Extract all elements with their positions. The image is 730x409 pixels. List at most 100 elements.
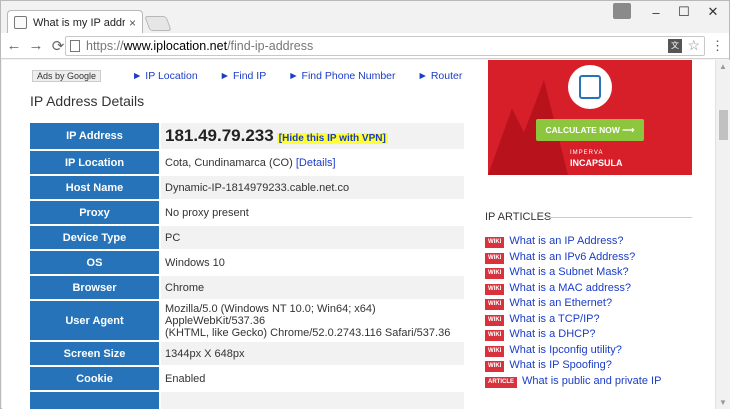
article-link[interactable]: What is a TCP/IP? [509,313,599,325]
wiki-badge: WIKI [485,314,505,326]
list-item[interactable]: ARTICLE What is public and private IP [485,375,705,391]
article-link[interactable]: What is an IPv6 Address? [509,251,635,263]
article-link[interactable]: What is a DHCP? [509,328,595,340]
wiki-badge: WIKI [485,283,505,295]
table-row: IP Address 181.49.79.233 [Hide this IP w… [30,123,464,151]
list-item[interactable]: WIKI What is a DHCP? [485,328,705,344]
row-label: Cookie [30,366,161,392]
table-row: Device Type PC [30,225,464,251]
page-info-icon[interactable] [70,40,80,52]
article-link[interactable]: What is public and private IP [522,375,661,387]
articles-heading-text: IP ARTICLES [485,211,552,223]
row-label: IP Location [30,150,161,176]
link-router[interactable]: ► Router [418,70,463,82]
list-item[interactable]: WIKI What is Ipconfig utility? [485,344,705,360]
list-item[interactable]: WIKI What is an IP Address? [485,235,705,251]
browser-value: Chrome [160,275,464,301]
url-path: /find-ip-address [227,39,314,53]
row-label [30,391,161,409]
table-row: Proxy No proxy present [30,200,464,226]
forward-button[interactable]: → [27,37,45,55]
row-label: Device Type [30,225,161,251]
article-link[interactable]: What is an Ethernet? [509,297,612,309]
list-item[interactable]: WIKI What is a TCP/IP? [485,313,705,329]
host-name-value: Dynamic-IP-1814979233.cable.net.co [160,175,464,201]
title-bar: What is my IP address? × – ☐ ✕ [1,1,729,34]
row-label: IP Address [30,123,161,151]
table-row [30,391,464,409]
table-row: Browser Chrome [30,275,464,301]
screen-size-value: 1344px X 648px [160,341,464,367]
row-value: 181.49.79.233 [Hide this IP with VPN] [160,123,464,151]
proxy-value: No proxy present [160,200,464,226]
table-row: OS Windows 10 [30,250,464,276]
wiki-badge: WIKI [485,345,505,357]
row-label: OS [30,250,161,276]
page-icon [14,16,27,29]
row-label: Screen Size [30,341,161,367]
row-label: Host Name [30,175,161,201]
wiki-badge: WIKI [485,361,505,372]
bookmark-star-icon[interactable]: ☆ [687,37,700,54]
os-value: Windows 10 [160,250,464,276]
user-icon[interactable] [613,3,631,19]
list-item[interactable]: WIKI What is a MAC address? [485,282,705,298]
ads-by-google[interactable]: Ads by Google [32,70,102,82]
page-content: Ads by Google ► IP Location ► Find IP ► … [2,60,715,409]
tab-active[interactable]: What is my IP address? × [7,10,143,34]
row-label: Browser [30,275,161,301]
link-ip-location[interactable]: ► IP Location [132,70,198,82]
calculate-now-button[interactable]: CALCULATE NOW ⟶ [536,119,644,141]
table-row: Host Name Dynamic-IP-1814979233.cable.ne… [30,175,464,201]
hide-ip-link[interactable]: [Hide this IP with VPN] [276,133,388,144]
page-title: IP Address Details [30,93,145,109]
article-badge: ARTICLE [485,376,517,388]
maximize-button[interactable]: ☐ [669,1,699,23]
minimize-button[interactable]: – [641,1,671,23]
vertical-scrollbar[interactable]: ▲ ▼ [715,60,730,409]
wiki-badge: WIKI [485,268,505,279]
cookie-value: Enabled [160,366,464,392]
menu-icon[interactable]: ⋮ [711,38,724,54]
table-row: Cookie Enabled [30,366,464,392]
top-links: ► IP Location ► Find IP ► Find Phone Num… [132,70,484,82]
toolbar: ← → ⟳ https:// www.iplocation.net /find-… [1,33,729,59]
close-tab-icon[interactable]: × [129,16,136,30]
article-link[interactable]: What is Ipconfig utility? [509,344,622,356]
article-link[interactable]: What is a Subnet Mask? [509,266,628,278]
article-link[interactable]: What is a MAC address? [509,282,631,294]
calculator-icon [568,65,612,109]
browser-window: What is my IP address? × – ☐ ✕ ← → ⟳ htt… [0,0,730,409]
device-type-value: PC [160,225,464,251]
list-item[interactable]: WIKI What is a Subnet Mask? [485,266,705,282]
url-protocol: https:// [86,39,124,53]
user-agent-line-1: Mozilla/5.0 (Windows NT 10.0; Win64; x64… [165,302,376,327]
row-label: Proxy [30,200,161,226]
close-window-button[interactable]: ✕ [698,1,728,23]
link-find-phone-number[interactable]: ► Find Phone Number [288,70,395,82]
new-tab-button[interactable] [144,16,172,31]
scroll-up-icon[interactable]: ▲ [719,62,727,71]
scroll-thumb[interactable] [719,110,728,140]
row-value: Cota, Cundinamarca (CO) [Details] [160,150,464,176]
article-link[interactable]: What is an IP Address? [509,235,623,247]
wiki-badge: WIKI [485,299,505,310]
list-item[interactable]: WIKI What is an Ethernet? [485,297,705,313]
address-bar[interactable]: https:// www.iplocation.net /find-ip-add… [65,36,705,56]
imperva-ad-banner[interactable]: CALCULATE NOW ⟶ IMPERVA INCAPSULA [488,60,692,175]
article-link[interactable]: What is IP Spoofing? [509,359,612,371]
list-item[interactable]: WIKI What is IP Spoofing? [485,359,705,375]
table-row: Screen Size 1344px X 648px [30,341,464,367]
divider [545,217,692,218]
row-value [160,391,464,409]
back-button[interactable]: ← [5,37,23,55]
ad-brand-bottom: INCAPSULA [570,158,623,168]
link-find-ip[interactable]: ► Find IP [220,70,267,82]
details-link[interactable]: [Details] [296,157,336,169]
user-agent-value: Mozilla/5.0 (Windows NT 10.0; Win64; x64… [160,300,464,342]
list-item[interactable]: WIKI What is an IPv6 Address? [485,251,705,267]
scroll-down-icon[interactable]: ▼ [719,398,727,407]
translate-icon[interactable]: 文 [668,39,682,53]
articles-list: WIKI What is an IP Address? WIKI What is a… [485,235,705,390]
ad-brand-top: IMPERVA [570,150,604,156]
